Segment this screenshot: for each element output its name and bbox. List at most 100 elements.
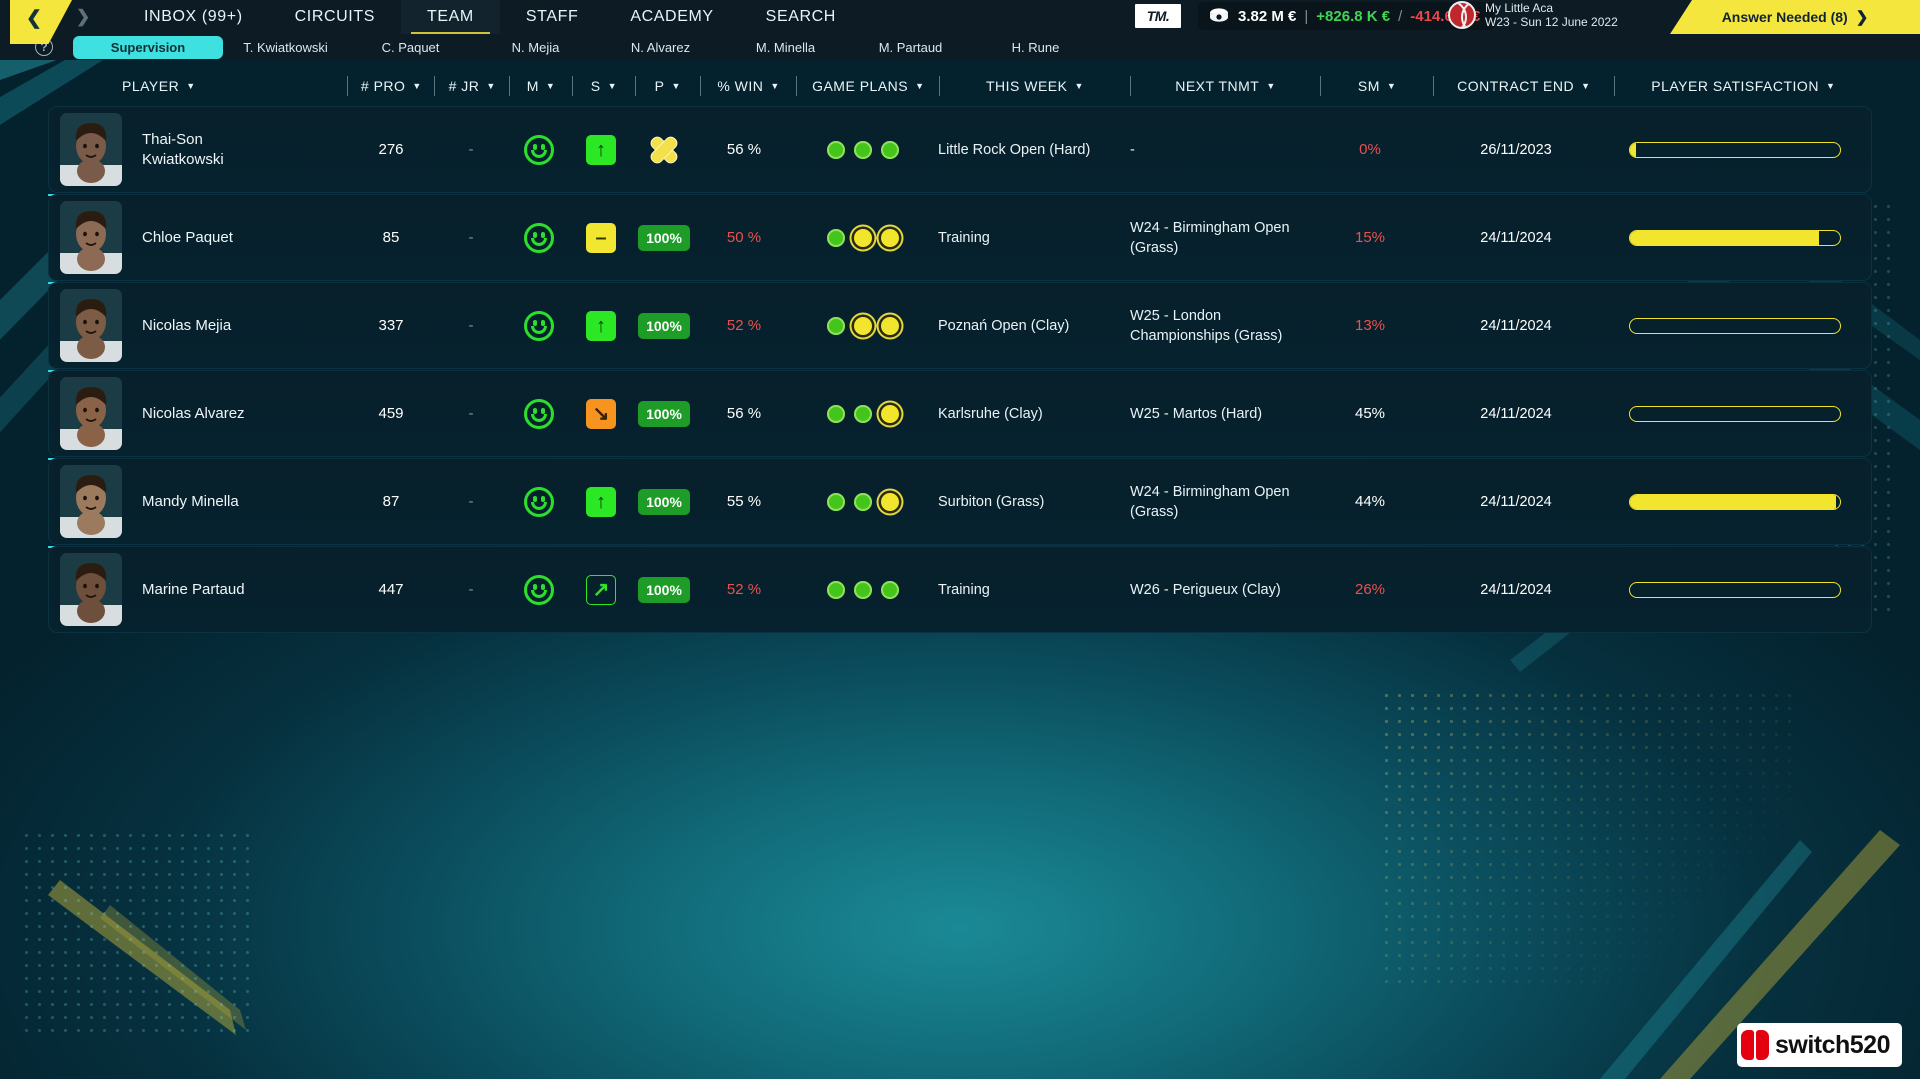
contract-end-value: 24/11/2024: [1480, 582, 1552, 598]
cell-player[interactable]: Mandy Minella: [48, 458, 348, 545]
table-row[interactable]: Chloe Paquet85-–100%50 %TrainingW24 - Bi…: [48, 194, 1872, 281]
satisfaction-bar-fill: [1630, 231, 1819, 245]
nav-tab-staff[interactable]: STAFF: [500, 0, 604, 34]
cell-morale: [508, 194, 570, 281]
table-row[interactable]: Nicolas Mejia337-↑100%52 %Poznań Open (C…: [48, 282, 1872, 369]
minus-icon: –: [586, 223, 616, 253]
table-column-headers: PLAYER▼# PRO▼# JR▼M▼S▼P▼% WIN▼GAME PLANS…: [48, 70, 1872, 102]
player-name: Mandy Minella: [142, 492, 239, 512]
nav-tab-inbox-99[interactable]: INBOX (99+): [118, 0, 269, 34]
table-row[interactable]: Mandy Minella87-↑100%55 %Surbiton (Grass…: [48, 458, 1872, 545]
subnav-item-t-kwiatkowski[interactable]: T. Kwiatkowski: [223, 40, 348, 55]
chevron-down-icon: ▼: [1074, 81, 1083, 91]
cell-physical: 100%: [632, 194, 696, 281]
cell-jr-rank: -: [434, 370, 508, 457]
chevron-right-icon[interactable]: ❯: [76, 7, 90, 27]
column-header-contract-end[interactable]: CONTRACT END▼: [1434, 70, 1614, 102]
table-row[interactable]: Nicolas Alvarez459-↘100%56 %Karlsruhe (C…: [48, 370, 1872, 457]
column-header-win[interactable]: % WIN▼: [701, 70, 797, 102]
nav-tab-circuits[interactable]: CIRCUITS: [269, 0, 401, 34]
cell-player-satisfaction: [1606, 458, 1864, 545]
chevron-left-icon[interactable]: ❮: [26, 7, 42, 30]
column-header-label: S: [591, 78, 601, 94]
chevron-down-icon: ▼: [1581, 81, 1590, 91]
smiley-happy-icon: [524, 575, 554, 605]
sub-navigation-bar: ? Supervision T. KwiatkowskiC. PaquetN. …: [0, 34, 1920, 60]
smiley-happy-icon: [524, 311, 554, 341]
subnav-item-c-paquet[interactable]: C. Paquet: [348, 40, 473, 55]
player-name: Nicolas Mejia: [142, 316, 231, 336]
smiley-happy-icon: [524, 135, 554, 165]
income-value: +826.8 K €: [1316, 8, 1390, 25]
sm-value: 45%: [1355, 405, 1385, 422]
cell-game-plans[interactable]: [792, 458, 934, 545]
game-plan-dot-g: [854, 581, 872, 599]
subnav-item-m-minella[interactable]: M. Minella: [723, 40, 848, 55]
column-header-p[interactable]: P▼: [636, 70, 700, 102]
contract-end-value: 24/11/2024: [1480, 230, 1552, 246]
cell-player[interactable]: Nicolas Alvarez: [48, 370, 348, 457]
game-plan-dot-g: [854, 405, 872, 423]
column-header-next-tnmt[interactable]: NEXT TNMT▼: [1131, 70, 1321, 102]
player-name: Nicolas Alvarez: [142, 404, 245, 424]
game-plan-indicators: [827, 229, 899, 247]
satisfaction-bar: [1629, 582, 1841, 598]
answer-needed-button[interactable]: Answer Needed (8) ❯: [1670, 0, 1920, 34]
cell-jr-rank: -: [434, 458, 508, 545]
column-header-m[interactable]: M▼: [510, 70, 572, 102]
game-plan-dot-g: [881, 581, 899, 599]
column-header-s[interactable]: S▼: [573, 70, 635, 102]
smiley-happy-icon: [524, 487, 554, 517]
sm-value: 0%: [1359, 141, 1381, 158]
tab-supervision[interactable]: Supervision: [73, 36, 223, 59]
column-header-this-week[interactable]: THIS WEEK▼: [940, 70, 1130, 102]
cell-player[interactable]: Nicolas Mejia: [48, 282, 348, 369]
column-header-player[interactable]: PLAYER▼: [48, 70, 347, 102]
avatar: [60, 377, 122, 450]
subnav-item-m-partaud[interactable]: M. Partaud: [848, 40, 973, 55]
cell-game-plans[interactable]: [792, 546, 934, 633]
subnav-item-n-alvarez[interactable]: N. Alvarez: [598, 40, 723, 55]
table-row[interactable]: Thai-Son Kwiatkowski276-↑56 %Little Rock…: [48, 106, 1872, 193]
cell-form: ↗: [570, 546, 632, 633]
cell-player[interactable]: Chloe Paquet: [48, 194, 348, 281]
money-separator: |: [1304, 8, 1308, 25]
cell-player[interactable]: Thai-Son Kwiatkowski: [48, 106, 348, 193]
contract-end-value: 26/11/2023: [1480, 142, 1552, 158]
condition-percent-badge: 100%: [638, 577, 690, 603]
column-header-game-plans[interactable]: GAME PLANS▼: [797, 70, 939, 102]
subnav-item-n-mejia[interactable]: N. Mejia: [473, 40, 598, 55]
balance-value: 3.82 M €: [1238, 8, 1296, 25]
contract-end-value: 24/11/2024: [1480, 406, 1552, 422]
cell-pro-rank: 276: [348, 106, 434, 193]
subnav-item-h-rune[interactable]: H. Rune: [973, 40, 1098, 55]
main-nav-tabs: INBOX (99+)CIRCUITSTEAMSTAFFACADEMYSEARC…: [118, 0, 862, 34]
column-header-jr[interactable]: # JR▼: [435, 70, 509, 102]
column-header-player-satisfaction[interactable]: PLAYER SATISFACTION▼: [1615, 70, 1872, 102]
nav-tab-search[interactable]: SEARCH: [740, 0, 862, 34]
cell-jr-rank: -: [434, 106, 508, 193]
column-header-pro[interactable]: # PRO▼: [348, 70, 434, 102]
academy-widget[interactable]: My Little Aca W23 - Sun 12 June 2022: [1448, 1, 1618, 29]
academy-date: W23 - Sun 12 June 2022: [1485, 15, 1618, 29]
cell-game-plans[interactable]: [792, 370, 934, 457]
player-name: Marine Partaud: [142, 580, 245, 600]
watermark-text: switch520: [1775, 1031, 1890, 1060]
satisfaction-bar: [1629, 230, 1841, 246]
cell-sm: 44%: [1314, 458, 1426, 545]
win-pct-value: 55 %: [727, 493, 761, 510]
nav-tab-academy[interactable]: ACADEMY: [604, 0, 739, 34]
table-row[interactable]: Marine Partaud447-↗100%52 %TrainingW26 -…: [48, 546, 1872, 633]
nav-tab-team[interactable]: TEAM: [401, 0, 500, 34]
cell-game-plans[interactable]: [792, 282, 934, 369]
cell-game-plans[interactable]: [792, 194, 934, 281]
next-tournament-value: -: [1130, 140, 1135, 160]
game-plan-dot-y: [881, 405, 899, 423]
this-week-value: Poznań Open (Clay): [938, 316, 1069, 336]
column-header-sm[interactable]: SM▼: [1321, 70, 1433, 102]
cell-player[interactable]: Marine Partaud: [48, 546, 348, 633]
cell-pro-rank-value: 276: [378, 141, 403, 158]
tennis-ball-icon: [1448, 1, 1476, 29]
cell-game-plans[interactable]: [792, 106, 934, 193]
cell-this-week: Poznań Open (Clay): [934, 282, 1124, 369]
